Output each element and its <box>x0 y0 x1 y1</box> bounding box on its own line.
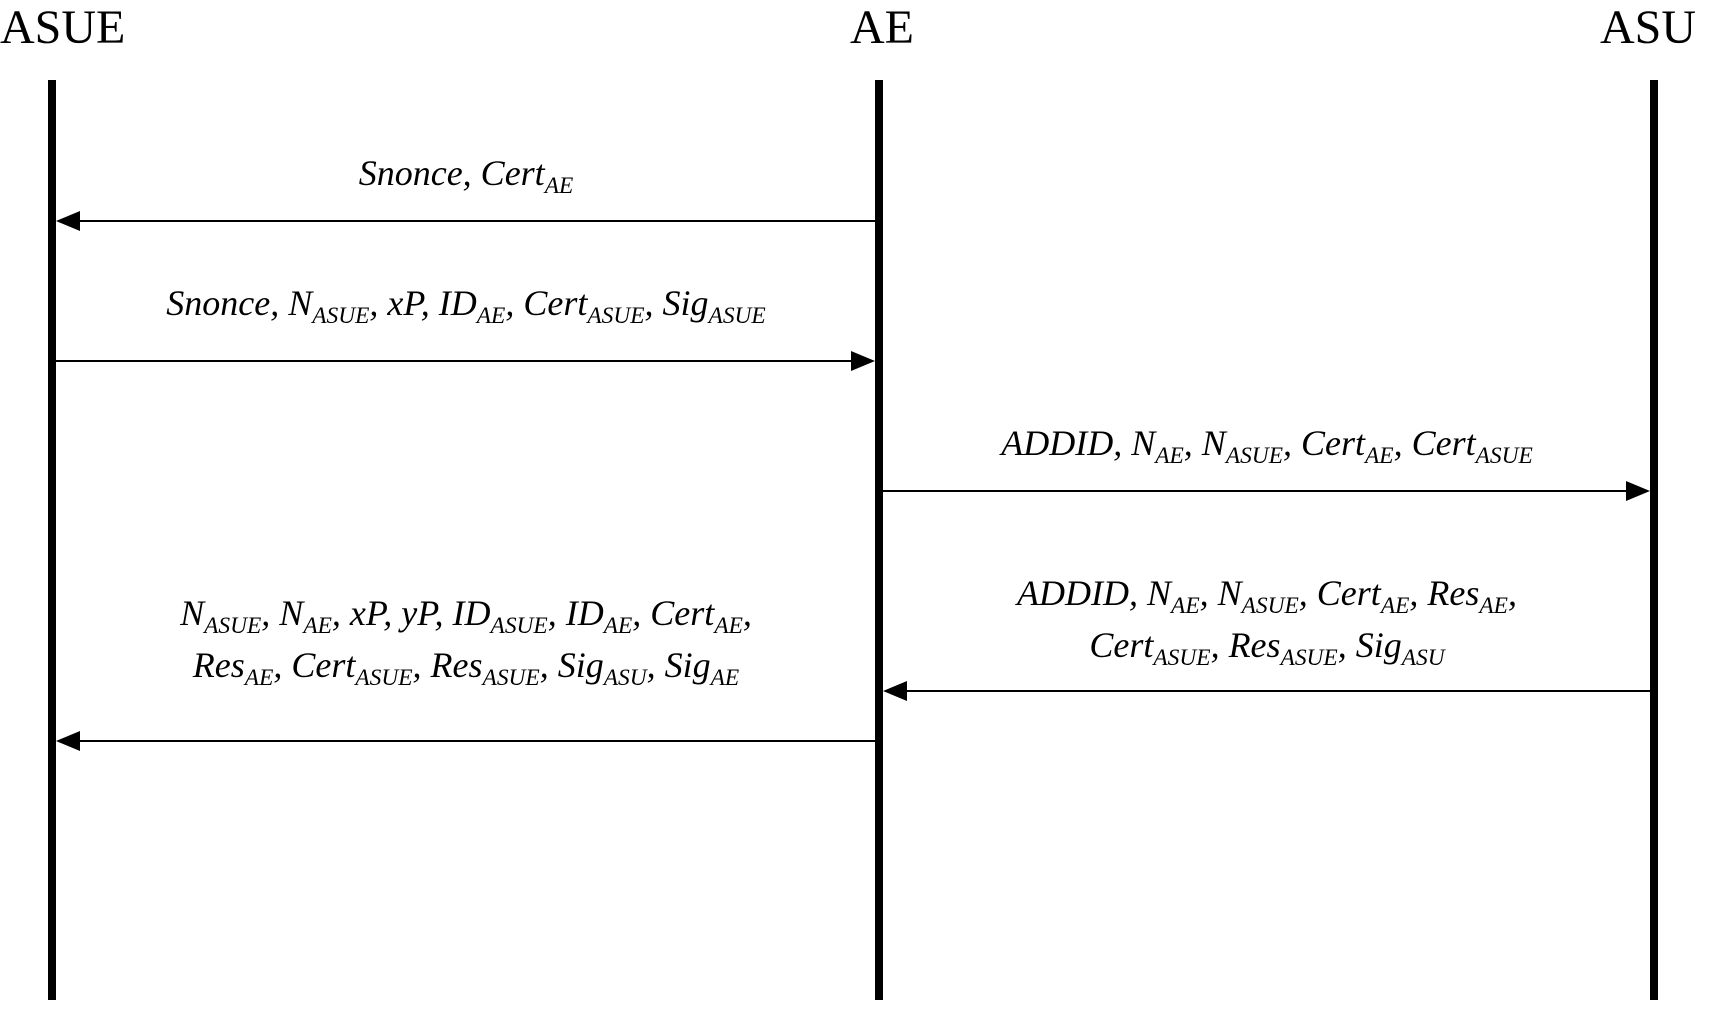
arrow-1-head <box>56 211 80 231</box>
message-2-text: Snonce, NASUE, xP, IDAE, CertASUE, SigAS… <box>56 280 876 332</box>
message-3: ADDID, NAE, NASUE, CertAE, CertASUE <box>883 420 1651 472</box>
message-1-text: Snonce, CertAE <box>56 150 876 202</box>
arrow-3 <box>883 490 1626 492</box>
lifeline-ae <box>875 80 883 1000</box>
participant-asue: ASUE <box>0 0 125 55</box>
message-3-text: ADDID, NAE, NASUE, CertAE, CertASUE <box>883 420 1651 472</box>
message-1: Snonce, CertAE <box>56 150 876 202</box>
arrow-1 <box>80 220 875 222</box>
participant-asu: ASU <box>1600 0 1696 55</box>
arrow-2-head <box>851 351 875 371</box>
participant-ae: AE <box>850 0 914 55</box>
lifeline-asu <box>1650 80 1658 1000</box>
arrow-5 <box>80 740 875 742</box>
lifeline-asue <box>48 80 56 1000</box>
arrow-2 <box>56 360 851 362</box>
message-5: NASUE, NAE, xP, yP, IDASUE, IDAE, CertAE… <box>56 590 876 693</box>
arrow-3-head <box>1626 481 1650 501</box>
arrow-4-head <box>883 681 907 701</box>
message-4-text: ADDID, NAE, NASUE, CertAE, ResAE, CertAS… <box>883 570 1651 673</box>
arrow-5-head <box>56 731 80 751</box>
message-2: Snonce, NASUE, xP, IDAE, CertASUE, SigAS… <box>56 280 876 332</box>
message-4: ADDID, NAE, NASUE, CertAE, ResAE, CertAS… <box>883 570 1651 673</box>
message-5-text: NASUE, NAE, xP, yP, IDASUE, IDAE, CertAE… <box>56 590 876 693</box>
arrow-4 <box>907 690 1650 692</box>
